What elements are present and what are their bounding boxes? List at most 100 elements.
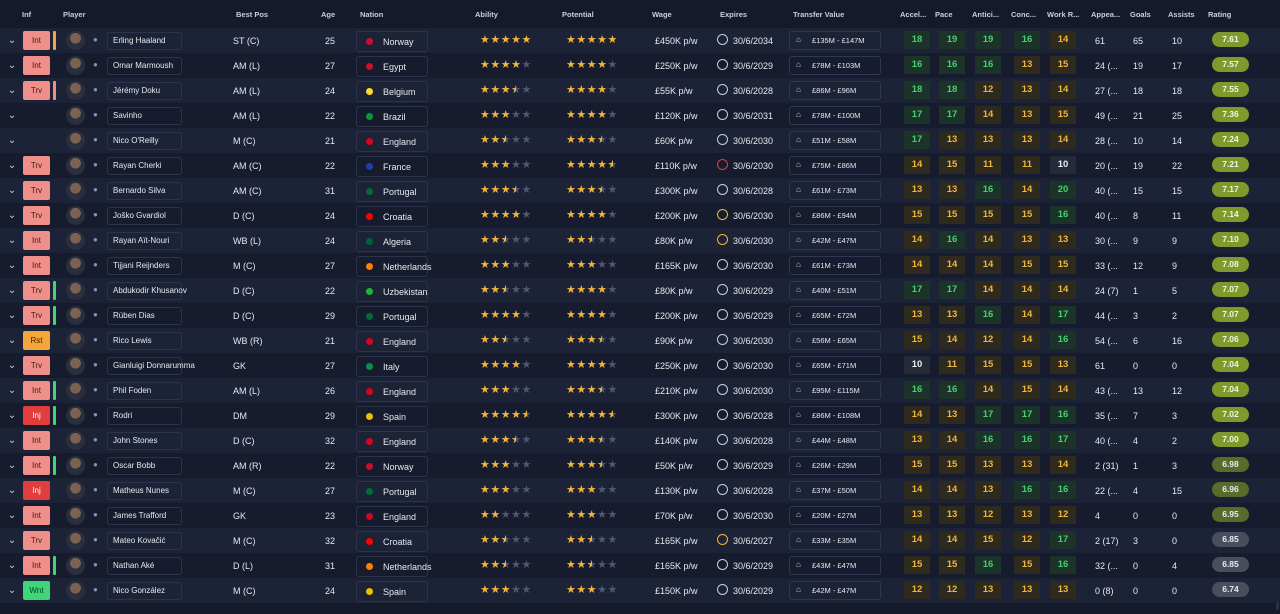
table-row[interactable]: ⌄ Trv ● Jérémy Doku AM (L) 24 Belgium ★★★★ ★★ ★★★… (0, 78, 1280, 103)
table-row[interactable]: ⌄ ● Savinho AM (L) 22 Brazil ★★★★★ ★★★★★ £120K p… (0, 103, 1280, 128)
transfer-value[interactable]: ⌂ £43M - £47M (789, 556, 881, 575)
avatar[interactable] (66, 131, 85, 150)
player-name[interactable]: Tijjani Reijnders (107, 257, 182, 275)
nation-button[interactable]: Spain (356, 406, 428, 427)
transfer-value[interactable]: ⌂ £42M - £47M (789, 581, 881, 600)
nation-button[interactable]: England (356, 431, 428, 452)
player-name[interactable]: Oscar Bobb (107, 457, 182, 475)
nation-button[interactable]: England (356, 506, 428, 527)
chevron-down-icon[interactable]: ⌄ (6, 135, 18, 147)
nation-button[interactable]: Netherlands (356, 556, 432, 577)
player-name[interactable]: Omar Marmoush (107, 57, 182, 75)
transfer-value[interactable]: ⌂ £65M - £72M (789, 306, 881, 325)
avatar[interactable] (66, 431, 85, 450)
avatar[interactable] (66, 256, 85, 275)
chevron-down-icon[interactable]: ⌄ (6, 285, 18, 297)
table-row[interactable]: ⌄ Trv ● Joško Gvardiol D (C) 24 Croatia ★★★★★ ★★… (0, 203, 1280, 228)
nation-button[interactable]: Croatia (356, 206, 428, 227)
col-expires[interactable]: Expires (720, 10, 747, 19)
avatar[interactable] (66, 31, 85, 50)
table-row[interactable]: ⌄ Int ● Phil Foden AM (L) 26 England ★★★★★ ★★★★ ★… (0, 378, 1280, 403)
transfer-value[interactable]: ⌂ £42M - £47M (789, 231, 881, 250)
chevron-down-icon[interactable]: ⌄ (6, 585, 18, 597)
col-goals[interactable]: Goals (1130, 10, 1151, 19)
nation-button[interactable]: Belgium (356, 81, 428, 102)
col-acceleration[interactable]: Accel... (900, 10, 926, 19)
chevron-down-icon[interactable]: ⌄ (6, 460, 18, 472)
avatar[interactable] (66, 181, 85, 200)
transfer-value[interactable]: ⌂ £135M - £147M (789, 31, 881, 50)
chevron-down-icon[interactable]: ⌄ (6, 35, 18, 47)
nation-button[interactable]: Italy (356, 356, 428, 377)
nation-button[interactable]: Portugal (356, 181, 428, 202)
nation-button[interactable]: Spain (356, 581, 428, 602)
chevron-down-icon[interactable]: ⌄ (6, 185, 18, 197)
player-name[interactable]: Rodri (107, 407, 182, 425)
col-age[interactable]: Age (321, 10, 335, 19)
avatar[interactable] (66, 456, 85, 475)
table-row[interactable]: ⌄ Int ● Omar Marmoush AM (L) 27 Egypt ★★★★★ ★★★★… (0, 53, 1280, 78)
table-row[interactable]: ⌄ Rst ● Rico Lewis WB (R) 21 England ★★★ ★★★ ★★★★… (0, 328, 1280, 353)
chevron-down-icon[interactable]: ⌄ (6, 435, 18, 447)
player-name[interactable]: Savinho (107, 107, 182, 125)
avatar[interactable] (66, 331, 85, 350)
avatar[interactable] (66, 406, 85, 425)
table-row[interactable]: ⌄ Trv ● Bernardo Silva AM (C) 31 Portugal ★★★★ ★… (0, 178, 1280, 203)
transfer-value[interactable]: ⌂ £86M - £96M (789, 81, 881, 100)
player-name[interactable]: Rúben Dias (107, 307, 182, 325)
player-name[interactable]: Nico González (107, 582, 182, 600)
chevron-down-icon[interactable]: ⌄ (6, 260, 18, 272)
table-row[interactable]: ⌄Int●Oscar BobbAM (R)22Norway★★★★★★★★★★£… (0, 453, 1280, 478)
avatar[interactable] (66, 306, 85, 325)
nation-button[interactable]: Brazil (356, 106, 428, 127)
nation-button[interactable]: Netherlands (356, 256, 432, 277)
col-appearances[interactable]: Appea... (1091, 10, 1120, 19)
chevron-down-icon[interactable]: ⌄ (6, 360, 18, 372)
chevron-down-icon[interactable]: ⌄ (6, 560, 18, 572)
transfer-value[interactable]: ⌂ £65M - £71M (789, 356, 881, 375)
col-work-rate[interactable]: Work R... (1047, 10, 1079, 19)
avatar[interactable] (66, 356, 85, 375)
player-name[interactable]: Rayan Cherki (107, 157, 182, 175)
player-name[interactable]: Nathan Aké (107, 557, 182, 575)
table-row[interactable]: ⌄ Trv ● Rúben Dias D (C) 29 Portugal ★★★★★ ★★★★★… (0, 303, 1280, 328)
transfer-value[interactable]: ⌂ £61M - £73M (789, 256, 881, 275)
transfer-value[interactable]: ⌂ £33M - £35M (789, 531, 881, 550)
player-name[interactable]: Bernardo Silva (107, 182, 182, 200)
chevron-down-icon[interactable]: ⌄ (6, 235, 18, 247)
transfer-value[interactable]: ⌂ £44M - £48M (789, 431, 881, 450)
player-name[interactable]: Phil Foden (107, 382, 182, 400)
nation-button[interactable]: Uzbekistan (356, 281, 428, 302)
transfer-value[interactable]: ⌂ £40M - £51M (789, 281, 881, 300)
transfer-value[interactable]: ⌂ £26M - £29M (789, 456, 881, 475)
transfer-value[interactable]: ⌂ £56M - £65M (789, 331, 881, 350)
nation-button[interactable]: England (356, 381, 428, 402)
avatar[interactable] (66, 281, 85, 300)
avatar[interactable] (66, 481, 85, 500)
table-row[interactable]: ⌄ Trv ● Mateo Kovačić M (C) 32 Croatia ★★★ ★★★ ★★… (0, 528, 1280, 553)
col-wage[interactable]: Wage (652, 10, 672, 19)
col-player[interactable]: Player (63, 10, 86, 19)
table-row[interactable]: ⌄ Trv ● Abdukodir Khusanov D (C) 22 Uzbekistan… (0, 278, 1280, 303)
table-row[interactable]: ⌄ Int ● John Stones D (C) 32 England ★★★★ ★★ ★★★★… (0, 428, 1280, 453)
chevron-down-icon[interactable]: ⌄ (6, 385, 18, 397)
transfer-value[interactable]: ⌂ £86M - £94M (789, 206, 881, 225)
nation-button[interactable]: Norway (356, 456, 428, 477)
transfer-value[interactable]: ⌂ £78M - £103M (789, 56, 881, 75)
table-row[interactable]: ⌄ Int ● Nathan Aké D (L) 31 Netherlands ★★★ ★★★ ★… (0, 553, 1280, 578)
chevron-down-icon[interactable]: ⌄ (6, 485, 18, 497)
player-name[interactable]: Mateo Kovačić (107, 532, 182, 550)
transfer-value[interactable]: ⌂ £61M - £73M (789, 181, 881, 200)
nation-button[interactable]: Portugal (356, 481, 428, 502)
transfer-value[interactable]: ⌂ £95M - £115M (789, 381, 881, 400)
chevron-down-icon[interactable]: ⌄ (6, 60, 18, 72)
col-pace[interactable]: Pace (935, 10, 953, 19)
transfer-value[interactable]: ⌂ £51M - £58M (789, 131, 881, 150)
player-name[interactable]: Jérémy Doku (107, 82, 182, 100)
chevron-down-icon[interactable]: ⌄ (6, 110, 18, 122)
nation-button[interactable]: Egypt (356, 56, 428, 77)
player-name[interactable]: Joško Gvardiol (107, 207, 182, 225)
chevron-down-icon[interactable]: ⌄ (6, 85, 18, 97)
table-row[interactable]: ⌄ Int ● Rayan Aït-Nouri WB (L) 24 Algeria ★★★ ★★… (0, 228, 1280, 253)
chevron-down-icon[interactable]: ⌄ (6, 310, 18, 322)
